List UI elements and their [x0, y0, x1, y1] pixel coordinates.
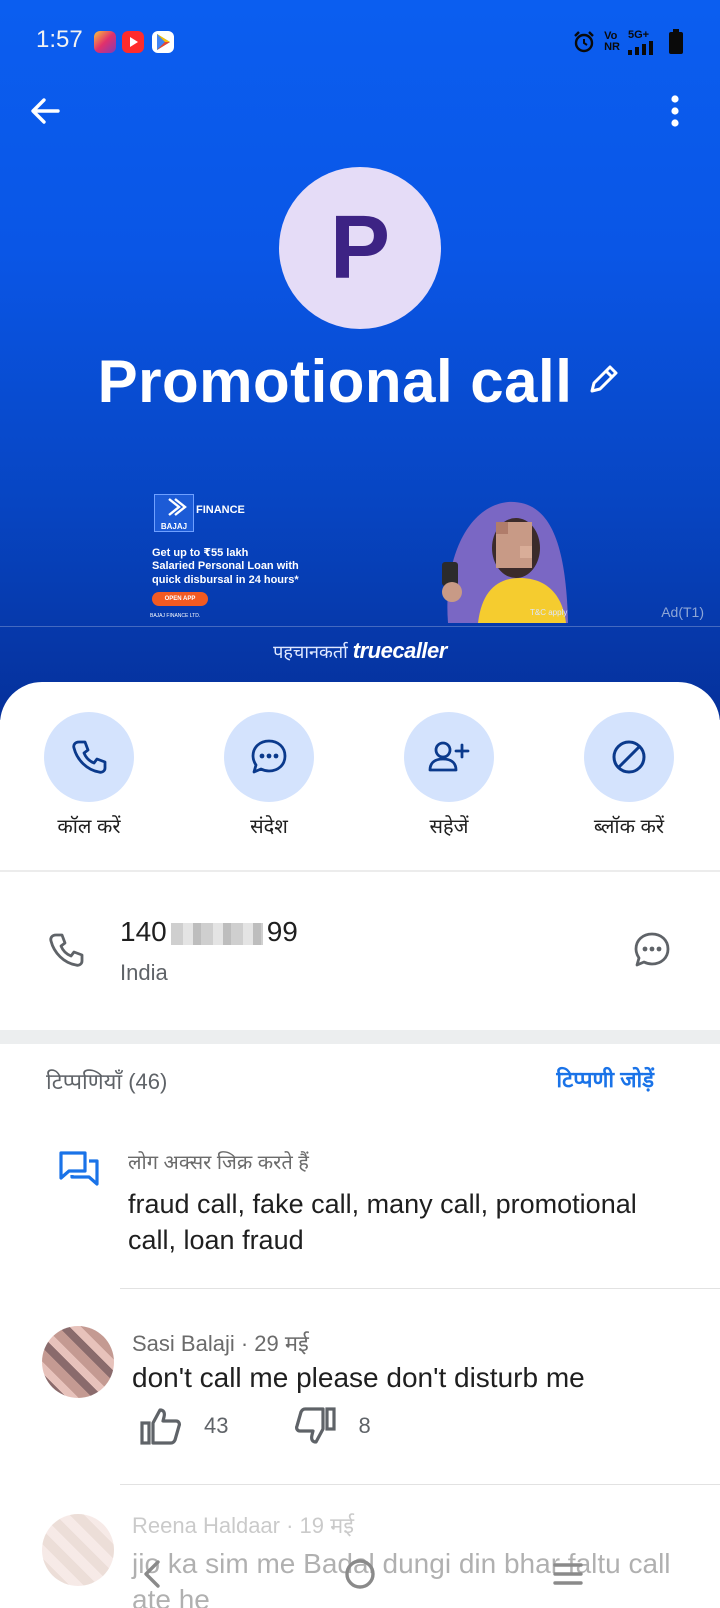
status-bar: 1:57 Vo NR 5G+: [0, 22, 720, 62]
bajaj-logo-text: BAJAJ: [160, 522, 188, 531]
instagram-icon: [94, 31, 116, 53]
ad-subline: Salaried Personal Loan with: [152, 560, 299, 572]
phone-number: 140 99: [120, 916, 298, 948]
ad-brand: FINANCE: [196, 504, 245, 516]
thumbs-down-icon[interactable]: [294, 1406, 337, 1446]
block-label: ब्लॉक करें: [593, 816, 665, 838]
add-comment-button[interactable]: टिप्पणी जोड़ें: [556, 1064, 654, 1094]
block-action[interactable]: ब्लॉक करें: [559, 712, 699, 839]
nav-recents-button[interactable]: [544, 1550, 592, 1598]
ad-model-image: [442, 501, 568, 623]
divider: [120, 1484, 720, 1485]
battery-icon: [669, 29, 683, 54]
chevron-left-icon: [144, 1560, 160, 1588]
nav-home-button[interactable]: [336, 1550, 384, 1598]
more-vertical-icon: [671, 95, 679, 127]
save-contact-button[interactable]: [404, 712, 494, 802]
ad-terms: T&C apply: [530, 608, 568, 617]
comment-author: Reena Haldaar: [132, 1513, 280, 1538]
comment-meta: Reena Haldaar · 19 मई: [132, 1513, 355, 1538]
comment-author: Sasi Balaji: [132, 1331, 235, 1356]
youtube-icon: [122, 31, 144, 53]
pencil-icon: [590, 365, 618, 392]
message-label: संदेश: [250, 816, 288, 838]
back-button[interactable]: [20, 86, 70, 136]
message-icon: [634, 932, 670, 967]
block-icon: [612, 740, 646, 774]
nav-back-button[interactable]: [128, 1550, 176, 1598]
message-button[interactable]: [224, 712, 314, 802]
call-label: कॉल करें: [57, 816, 121, 838]
volte-label: Vo NR: [604, 30, 620, 53]
section-separator: [0, 1030, 720, 1044]
identified-by-label: पहचानकर्ता: [273, 642, 348, 662]
common-mentions: लोग अक्सर जिक्र करते हैं fraud call, fak…: [0, 1142, 720, 1287]
contact-name-row: Promotional call: [0, 345, 720, 417]
redacted-digits: [170, 922, 263, 945]
thumbs-up-icon[interactable]: [140, 1406, 182, 1446]
divider: [0, 870, 720, 872]
message-action[interactable]: संदेश: [199, 712, 339, 839]
phone-number-row[interactable]: 140 99 India: [0, 900, 720, 1000]
comment-votes: 43 8: [140, 1404, 437, 1448]
ad-headline: Get up to ₹55 lakh: [152, 547, 249, 559]
action-bar: कॉल करें संदेश सहेजें ब्लॉक करें: [0, 712, 720, 838]
save-action[interactable]: सहेजें: [379, 712, 519, 839]
phone-number-prefix: 140: [120, 916, 167, 947]
comments-title: टिप्पणियाँ (46): [46, 1069, 168, 1094]
mentions-list: fraud call, fake call, many call, promot…: [128, 1189, 637, 1255]
arrow-left-icon: [31, 98, 60, 124]
comment-date: 19 मई: [299, 1513, 355, 1538]
status-right: Vo NR 5G+: [572, 28, 684, 56]
like-count: 43: [204, 1413, 229, 1438]
comment-item: Sasi Balaji · 29 मई don't call me please…: [0, 1320, 720, 1480]
identified-by-truecaller: पहचानकर्ता truecaller: [0, 638, 720, 664]
add-contact-icon: [428, 741, 470, 772]
status-time: 1:57: [36, 26, 83, 53]
sms-button[interactable]: [628, 926, 676, 974]
ad-label: Ad(T1): [661, 604, 704, 620]
alarm-icon: [574, 31, 594, 53]
more-options-button[interactable]: [650, 86, 700, 136]
bajaj-logo: BAJAJ: [154, 494, 194, 532]
comments-header: टिप्पणियाँ (46) टिप्पणी जोड़ें: [0, 1062, 720, 1102]
avatar: P: [279, 167, 441, 329]
circle-icon: [345, 1559, 375, 1589]
dislike-count: 8: [358, 1413, 371, 1438]
network-type: 5G+: [628, 28, 650, 41]
ad-divider: [0, 626, 720, 627]
play-store-icon: [152, 31, 174, 53]
phone-number-suffix: 99: [266, 916, 298, 947]
edit-name-button[interactable]: [586, 361, 622, 402]
truecaller-logo: truecaller: [352, 638, 448, 663]
ad-open-app-button[interactable]: OPEN APP: [152, 592, 208, 606]
block-button[interactable]: [584, 712, 674, 802]
ad-fineprint: BAJAJ FINANCE LTD.: [150, 613, 201, 619]
avatar: [42, 1326, 114, 1398]
comment-meta: Sasi Balaji · 29 मई: [132, 1331, 309, 1356]
divider: [120, 1288, 720, 1289]
phone-icon: [72, 740, 107, 774]
comment-text: don't call me please don't disturb me: [132, 1362, 585, 1393]
menu-lines-icon: [553, 1563, 583, 1585]
signal-group: 5G+: [628, 28, 660, 55]
chat-bubbles-icon: [59, 1151, 99, 1186]
phone-icon: [49, 933, 84, 967]
save-label: सहेजें: [429, 816, 469, 838]
signal-icon: [628, 40, 653, 55]
system-nav-bar: [0, 1540, 720, 1608]
call-button[interactable]: [44, 712, 134, 802]
call-action[interactable]: कॉल करें: [19, 712, 159, 839]
comment-date: 29 मई: [254, 1331, 309, 1356]
phone-country: India: [120, 960, 168, 985]
mentions-label: लोग अक्सर जिक्र करते हैं: [128, 1152, 309, 1174]
message-icon: [251, 739, 287, 774]
contact-name: Promotional call: [97, 347, 573, 415]
ad-subline-2: quick disbursal in 24 hours*: [152, 574, 299, 586]
ad-banner[interactable]: BAJAJ FINANCE Get up to ₹55 lakh Salarie…: [140, 490, 580, 625]
